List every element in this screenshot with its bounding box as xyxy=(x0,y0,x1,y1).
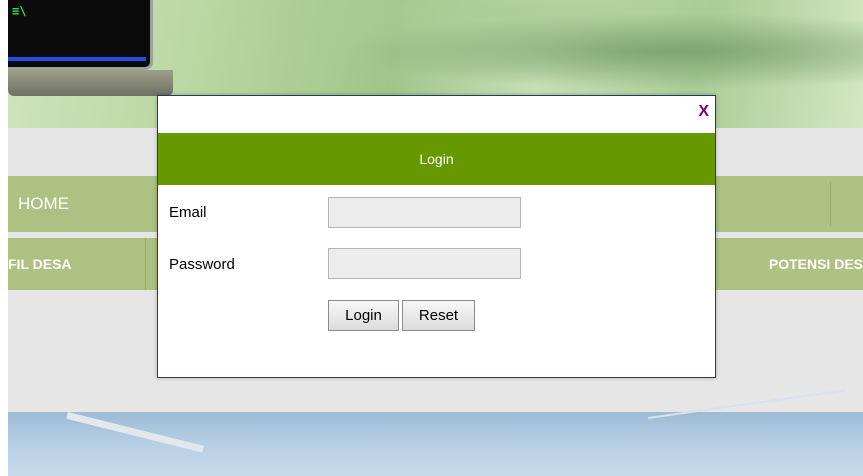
footer-banner xyxy=(8,389,863,476)
login-button[interactable]: Login xyxy=(328,300,399,331)
monitor-glyph: ≡\ xyxy=(12,4,27,18)
menu-item-home[interactable]: HOME xyxy=(18,194,69,214)
menu-divider xyxy=(145,238,146,290)
monitor-logo: ≡\ xyxy=(8,0,153,70)
login-modal: X Login Email Password Login Reset xyxy=(157,95,716,378)
reset-button[interactable]: Reset xyxy=(402,300,475,331)
monitor-base xyxy=(8,70,173,96)
page-left-strip xyxy=(0,0,8,476)
menu-divider xyxy=(830,182,831,226)
menu-item-profil-desa[interactable]: FIL DESA xyxy=(8,256,72,272)
password-field[interactable] xyxy=(328,248,521,279)
monitor-screen-line xyxy=(8,57,146,61)
modal-title: Login xyxy=(158,133,715,185)
password-label: Password xyxy=(169,256,235,273)
close-icon[interactable]: X xyxy=(698,103,709,121)
footer-banner-beam xyxy=(66,412,204,453)
email-label: Email xyxy=(169,204,207,221)
email-field[interactable] xyxy=(328,197,521,228)
menu-item-potensi-desa[interactable]: POTENSI DES xyxy=(769,256,863,272)
